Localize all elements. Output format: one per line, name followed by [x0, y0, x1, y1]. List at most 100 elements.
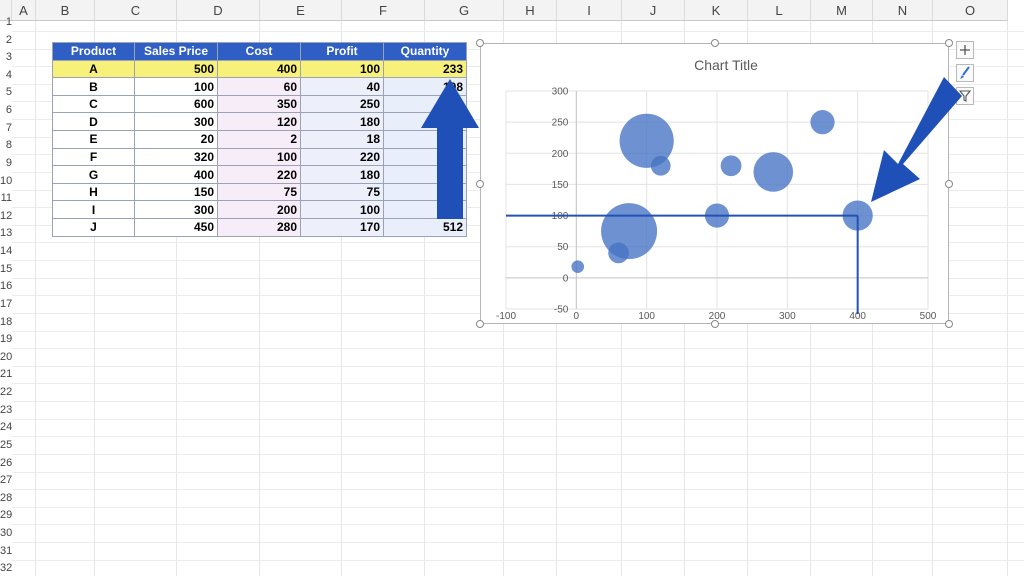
resize-handle[interactable] [476, 179, 484, 188]
row-header-12[interactable]: 12 [0, 208, 12, 226]
product-cell[interactable]: D [52, 112, 135, 132]
column-header-d[interactable]: D [177, 0, 260, 21]
sales-price-cell[interactable]: 450 [134, 218, 218, 237]
cost-cell[interactable]: 100 [217, 147, 301, 167]
row-header-10[interactable]: 10 [0, 173, 12, 191]
chart-filters-button[interactable] [956, 87, 974, 105]
quantity-cell[interactable]: 512 [383, 218, 467, 237]
row-header-8[interactable]: 8 [0, 137, 12, 155]
product-cell[interactable]: B [52, 77, 135, 96]
sales-price-cell[interactable]: 600 [134, 94, 218, 114]
sales-price-cell[interactable]: 400 [134, 165, 218, 184]
sales-price-cell[interactable]: 300 [134, 112, 218, 132]
cost-cell[interactable]: 400 [217, 59, 301, 79]
row-header-24[interactable]: 24 [0, 419, 12, 437]
profit-cell[interactable]: 100 [300, 59, 384, 79]
row-header-28[interactable]: 28 [0, 490, 12, 508]
chart-elements-button[interactable] [956, 41, 974, 59]
row-header-11[interactable]: 11 [0, 190, 12, 208]
product-cell[interactable]: J [52, 218, 135, 237]
column-header-h[interactable]: H [504, 0, 557, 21]
quantity-cell[interactable] [383, 165, 467, 184]
product-cell[interactable]: A [52, 59, 135, 79]
resize-handle[interactable] [710, 39, 719, 47]
quantity-cell[interactable] [383, 182, 467, 202]
sales-price-cell[interactable]: 320 [134, 147, 218, 167]
row-header-20[interactable]: 20 [0, 349, 12, 367]
product-cell[interactable]: I [52, 200, 135, 220]
row-header-14[interactable]: 14 [0, 243, 12, 261]
row-header-4[interactable]: 4 [0, 67, 12, 85]
profit-cell[interactable]: 170 [300, 218, 384, 237]
profit-cell[interactable]: 40 [300, 77, 384, 96]
row-header-19[interactable]: 19 [0, 331, 12, 349]
row-header-29[interactable]: 29 [0, 507, 12, 525]
column-header-o[interactable]: O [933, 0, 1008, 21]
chart-styles-button[interactable] [956, 64, 974, 82]
column-header-a[interactable]: A [12, 0, 36, 21]
row-header-31[interactable]: 31 [0, 543, 12, 561]
column-header-f[interactable]: F [342, 0, 425, 21]
column-header-c[interactable]: C [95, 0, 177, 21]
resize-handle[interactable] [476, 39, 484, 47]
row-header-25[interactable]: 25 [0, 437, 12, 455]
row-header-3[interactable]: 3 [0, 49, 12, 67]
resize-handle[interactable] [945, 39, 953, 47]
column-header-n[interactable]: N [873, 0, 933, 21]
sales-price-cell[interactable]: 100 [134, 77, 218, 96]
column-header-j[interactable]: J [622, 0, 685, 21]
sales-price-cell[interactable]: 20 [134, 130, 218, 149]
profit-cell[interactable]: 180 [300, 112, 384, 132]
row-header-30[interactable]: 30 [0, 525, 12, 543]
row-header-22[interactable]: 22 [0, 384, 12, 402]
bubble-chart[interactable]: Chart Title-1000100200300400500-50050100… [480, 43, 949, 324]
quantity-cell[interactable] [383, 130, 467, 149]
quantity-cell[interactable]: 233 [383, 59, 467, 79]
header-sales-price[interactable]: Sales Price [134, 42, 218, 61]
row-header-5[interactable]: 5 [0, 84, 12, 102]
row-header-23[interactable]: 23 [0, 402, 12, 420]
row-header-15[interactable]: 15 [0, 261, 12, 279]
row-header-2[interactable]: 2 [0, 32, 12, 50]
product-cell[interactable]: C [52, 94, 135, 114]
quantity-cell[interactable] [383, 200, 467, 220]
sales-price-cell[interactable]: 500 [134, 59, 218, 79]
resize-handle[interactable] [710, 320, 719, 328]
cost-cell[interactable]: 2 [217, 130, 301, 149]
row-header-17[interactable]: 17 [0, 296, 12, 314]
cost-cell[interactable]: 200 [217, 200, 301, 220]
header-product[interactable]: Product [52, 42, 135, 61]
product-cell[interactable]: G [52, 165, 135, 184]
cost-cell[interactable]: 280 [217, 218, 301, 237]
product-cell[interactable]: E [52, 130, 135, 149]
quantity-cell[interactable] [383, 94, 467, 114]
row-header-21[interactable]: 21 [0, 366, 12, 384]
row-header-13[interactable]: 13 [0, 225, 12, 243]
column-header-b[interactable]: B [36, 0, 95, 21]
product-cell[interactable]: H [52, 182, 135, 202]
sales-price-cell[interactable]: 150 [134, 182, 218, 202]
cost-cell[interactable]: 75 [217, 182, 301, 202]
row-header-6[interactable]: 6 [0, 102, 12, 120]
row-header-9[interactable]: 9 [0, 155, 12, 173]
profit-cell[interactable]: 180 [300, 165, 384, 184]
cost-cell[interactable]: 60 [217, 77, 301, 96]
row-header-26[interactable]: 26 [0, 455, 12, 473]
profit-cell[interactable]: 100 [300, 200, 384, 220]
header-profit[interactable]: Profit [300, 42, 384, 61]
row-header-16[interactable]: 16 [0, 278, 12, 296]
profit-cell[interactable]: 18 [300, 130, 384, 149]
profit-cell[interactable]: 220 [300, 147, 384, 167]
column-header-m[interactable]: M [811, 0, 873, 21]
row-header-27[interactable]: 27 [0, 472, 12, 490]
row-header-7[interactable]: 7 [0, 120, 12, 138]
header-cost[interactable]: Cost [217, 42, 301, 61]
cost-cell[interactable]: 350 [217, 94, 301, 114]
column-header-i[interactable]: I [557, 0, 622, 21]
sales-price-cell[interactable]: 300 [134, 200, 218, 220]
spreadsheet-grid[interactable]: ABCDEFGHIJKLMNO 1 2 3 4 5 6 7 8 9 10 11 12 13 14 15 16 1… [0, 0, 1024, 576]
data-table[interactable]: Product Sales Price Cost Profit Quantity… [52, 42, 467, 237]
quantity-cell[interactable] [383, 112, 467, 132]
quantity-cell[interactable]: 108 [383, 77, 467, 96]
quantity-cell[interactable] [383, 147, 467, 167]
